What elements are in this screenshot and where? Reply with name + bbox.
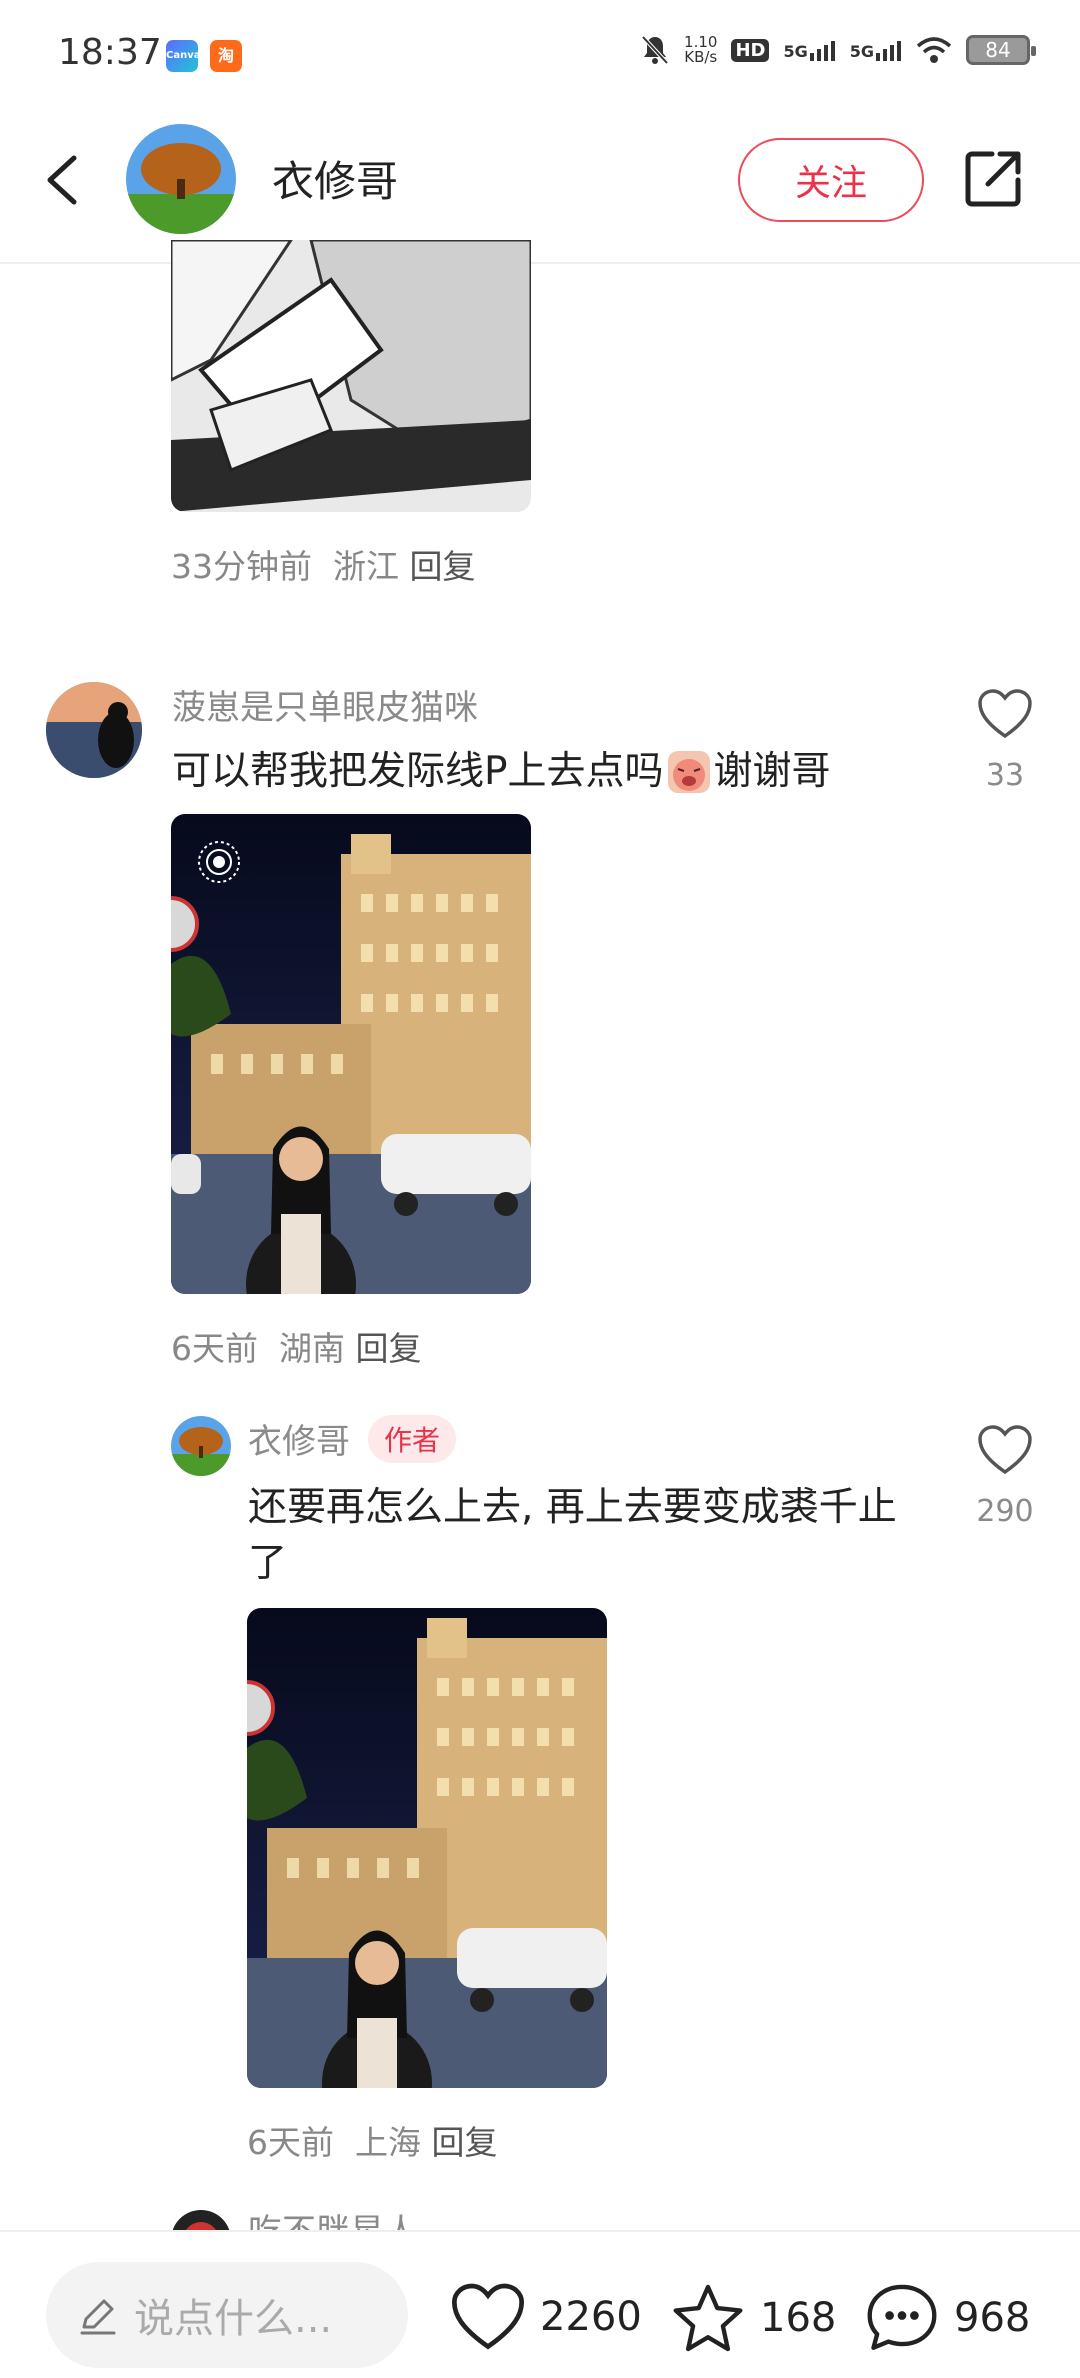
network-speed: 1.10 KB/s	[684, 33, 718, 66]
comment-meta-0: 33分钟前 浙江 回复	[171, 540, 475, 588]
comments-button[interactable]: 968	[864, 2282, 1030, 2354]
comment-input-placeholder: 说点什么...	[134, 2296, 333, 2342]
comment-location: 湖南	[278, 1329, 345, 1368]
pencil-icon	[80, 2299, 116, 2335]
share-button[interactable]	[962, 146, 1026, 210]
header-username[interactable]: 衣修哥	[272, 148, 398, 209]
star-icon	[673, 2284, 743, 2352]
comment-text-suffix: 谢谢哥	[713, 749, 831, 794]
commenter-avatar[interactable]	[46, 682, 142, 778]
comment-time: 6天前	[171, 1329, 258, 1368]
star-total: 168	[760, 2295, 837, 2341]
like-post-button[interactable]: 2260	[450, 2282, 642, 2352]
status-icons: 1.10 KB/s HD 5G 5G 84	[640, 33, 1036, 66]
like-button-c1[interactable]: 33	[970, 688, 1040, 793]
share-icon	[965, 151, 1021, 207]
heart-icon	[451, 2283, 525, 2350]
favorite-button[interactable]: 168	[670, 2282, 836, 2354]
comment-image-bund-2[interactable]	[247, 1608, 607, 2088]
comment-image-manga[interactable]	[171, 240, 531, 512]
commenter-username[interactable]: 菠崽是只单眼皮猫咪	[172, 680, 478, 729]
comment-time: 6天前	[247, 2123, 334, 2162]
header-avatar[interactable]	[126, 124, 236, 234]
like-button-c2[interactable]: 290	[970, 1424, 1040, 1529]
comment-bubble-icon	[867, 2284, 937, 2350]
wifi-icon	[916, 37, 952, 63]
status-time: 18:37	[58, 32, 162, 73]
hd-icon: HD	[731, 38, 770, 62]
mute-bell-icon	[641, 35, 669, 65]
reply-button[interactable]: 回复	[409, 547, 475, 586]
author-avatar[interactable]	[171, 1416, 231, 1476]
signal-5g-2: 5G	[850, 39, 902, 61]
author-username-row: 衣修哥 作者	[248, 1414, 457, 1463]
comment-text[interactable]: 可以帮我把发际线P上去点吗 谢谢哥	[172, 744, 912, 800]
comment-meta-2: 6天前 上海 回复	[247, 2116, 497, 2164]
comment-total: 968	[954, 2295, 1031, 2341]
signal-5g-1: 5G	[783, 39, 835, 61]
like-count: 33	[985, 758, 1025, 793]
crying-emoji-icon	[666, 749, 712, 795]
comment-time: 33分钟前	[171, 547, 312, 586]
heart-icon	[978, 1425, 1032, 1475]
heart-icon	[978, 689, 1032, 739]
battery-icon: 84	[966, 35, 1036, 65]
comment-location: 上海	[354, 2123, 421, 2162]
comment-meta-1: 6天前 湖南 回复	[171, 1322, 421, 1370]
author-username[interactable]: 衣修哥	[248, 1414, 350, 1463]
reply-button[interactable]: 回复	[355, 1329, 421, 1368]
comment-input[interactable]: 说点什么...	[46, 2262, 408, 2368]
like-total: 2260	[540, 2294, 642, 2340]
canva-app-icon: Canva	[166, 40, 200, 72]
author-badge: 作者	[368, 1414, 457, 1463]
comment-location: 浙江	[332, 547, 399, 586]
comment-image-bund-1[interactable]	[171, 814, 531, 1294]
follow-button[interactable]: 关注	[738, 138, 924, 222]
comment-text-main: 可以帮我把发际线P上去点吗	[172, 749, 664, 794]
like-count: 290	[976, 1494, 1034, 1529]
reply-button[interactable]: 回复	[431, 2123, 497, 2162]
chevron-left-icon	[47, 155, 77, 205]
author-comment-text[interactable]: 还要再怎么上去, 再上去要变成裘千止了	[248, 1480, 908, 1592]
taobao-app-icon: 淘	[210, 40, 242, 72]
back-button[interactable]	[32, 140, 92, 220]
